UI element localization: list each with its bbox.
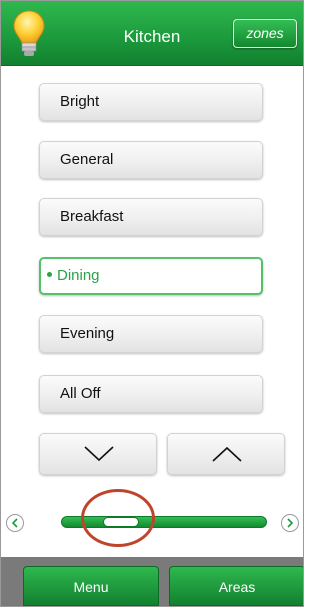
active-indicator-dot [47, 271, 52, 277]
scene-button-general[interactable]: General [39, 141, 263, 179]
scene-button-evening[interactable]: Evening [39, 315, 263, 353]
scene-label: Dining [57, 267, 100, 284]
scene-label: Bright [60, 93, 100, 110]
scene-button-breakfast[interactable]: Breakfast [39, 198, 263, 236]
scene-button-all-off[interactable]: All Off [39, 375, 263, 413]
scroll-down-button[interactable] [39, 433, 157, 475]
chevron-right-icon [287, 518, 294, 528]
chevron-left-icon [11, 518, 18, 528]
scene-label: Breakfast [60, 208, 124, 225]
zones-button[interactable]: zones [233, 19, 297, 48]
menu-button[interactable]: Menu [23, 566, 159, 606]
scene-label: Evening [60, 325, 115, 342]
app-frame: Kitchen zones Bright General Breakfast D… [0, 0, 304, 607]
areas-button[interactable]: Areas [169, 566, 303, 606]
slider-right-button[interactable] [281, 514, 299, 532]
level-slider [1, 489, 303, 557]
scroll-up-button[interactable] [167, 433, 285, 475]
scene-button-bright[interactable]: Bright [39, 83, 263, 121]
footer-bar: Menu Areas [1, 557, 303, 606]
chevron-down-icon [84, 446, 114, 462]
highlight-circle [81, 489, 155, 547]
scene-button-dining[interactable]: Dining [39, 257, 263, 295]
scene-label: General [60, 151, 114, 168]
scene-label: All Off [60, 385, 101, 402]
chevron-up-icon [212, 446, 242, 462]
header-bar: Kitchen zones [1, 1, 303, 66]
slider-left-button[interactable] [6, 514, 24, 532]
